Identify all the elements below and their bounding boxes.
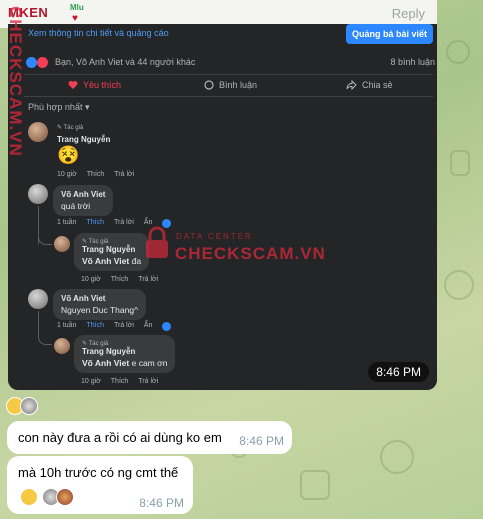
message-time: 8:46 PM (239, 434, 284, 448)
facebook-post-screenshot[interactable]: Xem thông tin chi tiết và quảng cáo Quản… (8, 24, 437, 390)
comment-text: e cam ơn (131, 358, 168, 368)
comment-time: 10 giờ (81, 276, 101, 283)
comment-meta: 1 tuần Thích Trả lời Ẩn (57, 322, 172, 331)
author-badge: ✎ Tác giả (82, 341, 109, 347)
watermark-label: DATA CENTER (176, 232, 253, 241)
lock-icon (146, 226, 168, 258)
comment-meta: 10 giờ Thích Trả lời (81, 378, 158, 385)
reactor-avatar[interactable] (56, 488, 74, 506)
like-link[interactable]: Thích (86, 219, 104, 228)
divider (24, 96, 433, 97)
avatar[interactable] (28, 122, 48, 142)
love-reaction-icon (36, 57, 48, 69)
comment-action-label: Bình luận (219, 80, 258, 90)
comment-meta: 10 giờ Thích Trả lời (57, 171, 134, 178)
comment-bubble[interactable]: ✎ Tác giả Trang Nguyễn Võ Anh Viet đa (74, 233, 150, 271)
hide-link[interactable]: Ẩn (144, 322, 153, 331)
comment-time: 1 tuần (57, 219, 77, 226)
avatar[interactable] (54, 236, 70, 252)
bg-doodle (380, 440, 414, 474)
avatar[interactable] (28, 184, 48, 204)
thread-line (38, 311, 39, 331)
comment-text: Nguyen Duc Thang^ (61, 305, 139, 315)
message-reactions[interactable] (6, 397, 38, 415)
comment-time: 10 giờ (57, 171, 77, 178)
promote-post-button[interactable]: Quảng bá bài viết (346, 24, 433, 44)
message-time: 8:46 PM (139, 496, 184, 510)
love-action-label: Yêu thích (83, 80, 122, 90)
heart-icon: ♥ (72, 13, 78, 24)
like-link[interactable]: Thích (111, 378, 129, 385)
comment-bubble[interactable]: Võ Anh Viet quá trời (53, 185, 114, 216)
reaction-summary[interactable]: Bạn, Võ Anh Viet và 44 người khác (26, 57, 196, 69)
sort-label: Phù hợp nhất (28, 102, 83, 112)
avatar[interactable] (54, 338, 70, 354)
photo-timestamp: 8:46 PM (368, 362, 429, 382)
watermark-vertical: CHECKSCAM.VN (6, 6, 25, 157)
avatar[interactable] (28, 289, 48, 309)
like-reaction-icon (26, 57, 37, 69)
bg-doodle (450, 150, 470, 176)
thread-elbow (38, 229, 52, 245)
reply-link[interactable]: Trả lời (114, 322, 134, 331)
reaction-summary-text: Bạn, Võ Anh Viet và 44 người khác (55, 57, 196, 67)
chat-message[interactable]: mà 10h trước có ng cmt thế 8:46 PM (7, 456, 193, 514)
message-text: mà 10h trước có ng cmt thế (18, 465, 179, 480)
like-link[interactable]: Thích (111, 276, 129, 283)
comment-time: 10 giờ (81, 378, 101, 385)
ad-details-link[interactable]: Xem thông tin chi tiết và quảng cáo (28, 28, 169, 38)
brand-subtitle: Mlu (70, 3, 84, 12)
comment-count: 8 bình luận (390, 57, 435, 67)
comment-text: quá trời (61, 201, 91, 211)
thread-elbow (38, 329, 52, 345)
like-link[interactable]: Thích (87, 171, 105, 178)
comment-bubble[interactable]: ✎ Tác giả Trang Nguyễn Võ Anh Viet e cam… (74, 335, 176, 373)
chevron-down-icon: ▾ (84, 102, 90, 112)
message-reactions[interactable] (20, 488, 74, 506)
bg-doodle (444, 270, 474, 300)
message-text: con này đưa a rồi có ai dùng ko em (18, 430, 222, 445)
comment-author-name[interactable]: Võ Anh Viet (61, 190, 105, 199)
comment-sort-dropdown[interactable]: Phù hợp nhất ▾ (28, 102, 90, 113)
share-icon (346, 80, 357, 90)
comment-meta: 10 giờ Thích Trả lời (81, 276, 158, 283)
comment-author-name[interactable]: Võ Anh Viet (61, 294, 138, 303)
comment-bubble[interactable]: Võ Anh Viet Nguyen Duc Thang^ (53, 289, 147, 320)
bg-doodle (300, 470, 330, 500)
reply-link[interactable]: Trả lời (114, 171, 134, 178)
chat-message[interactable]: con này đưa a rồi có ai dùng ko em 8:46 … (7, 421, 292, 454)
comment-author-name[interactable]: Trang Nguyễn (82, 245, 141, 254)
bg-doodle (446, 40, 470, 64)
comment-text: đa (131, 256, 142, 266)
author-badge: ✎ Tác giả (82, 239, 109, 245)
author-badge: ✎ Tác giả (57, 125, 84, 131)
comment-mention[interactable]: Võ Anh Viet (82, 256, 129, 266)
like-badge-icon (162, 322, 172, 331)
reply-button[interactable]: Reply (392, 6, 425, 21)
love-action-button[interactable]: Yêu thích (68, 80, 121, 90)
comment-mention[interactable]: Võ Anh Viet (82, 358, 129, 368)
reply-link[interactable]: Trả lời (138, 378, 158, 385)
comment-author-name[interactable]: Trang Nguyễn (57, 135, 110, 144)
comment-author-name[interactable]: Trang Nguyễn (82, 347, 167, 356)
reactor-avatar[interactable] (20, 397, 38, 415)
comment-emoji: 😵 (57, 145, 80, 165)
share-action-button[interactable]: Chia sẻ (346, 80, 393, 90)
laugh-emoji-icon (20, 488, 38, 506)
divider (24, 74, 433, 75)
heart-icon (68, 81, 78, 89)
comment-action-button[interactable]: Bình luận (204, 80, 257, 90)
comment-icon (204, 80, 214, 90)
comment-time: 1 tuần (57, 322, 77, 329)
like-link[interactable]: Thích (86, 322, 104, 331)
reply-link[interactable]: Trả lời (114, 219, 134, 228)
watermark-main: CHECKSCAM.VN (175, 244, 326, 263)
reply-link[interactable]: Trả lời (138, 276, 158, 283)
share-action-label: Chia sẻ (362, 80, 393, 90)
